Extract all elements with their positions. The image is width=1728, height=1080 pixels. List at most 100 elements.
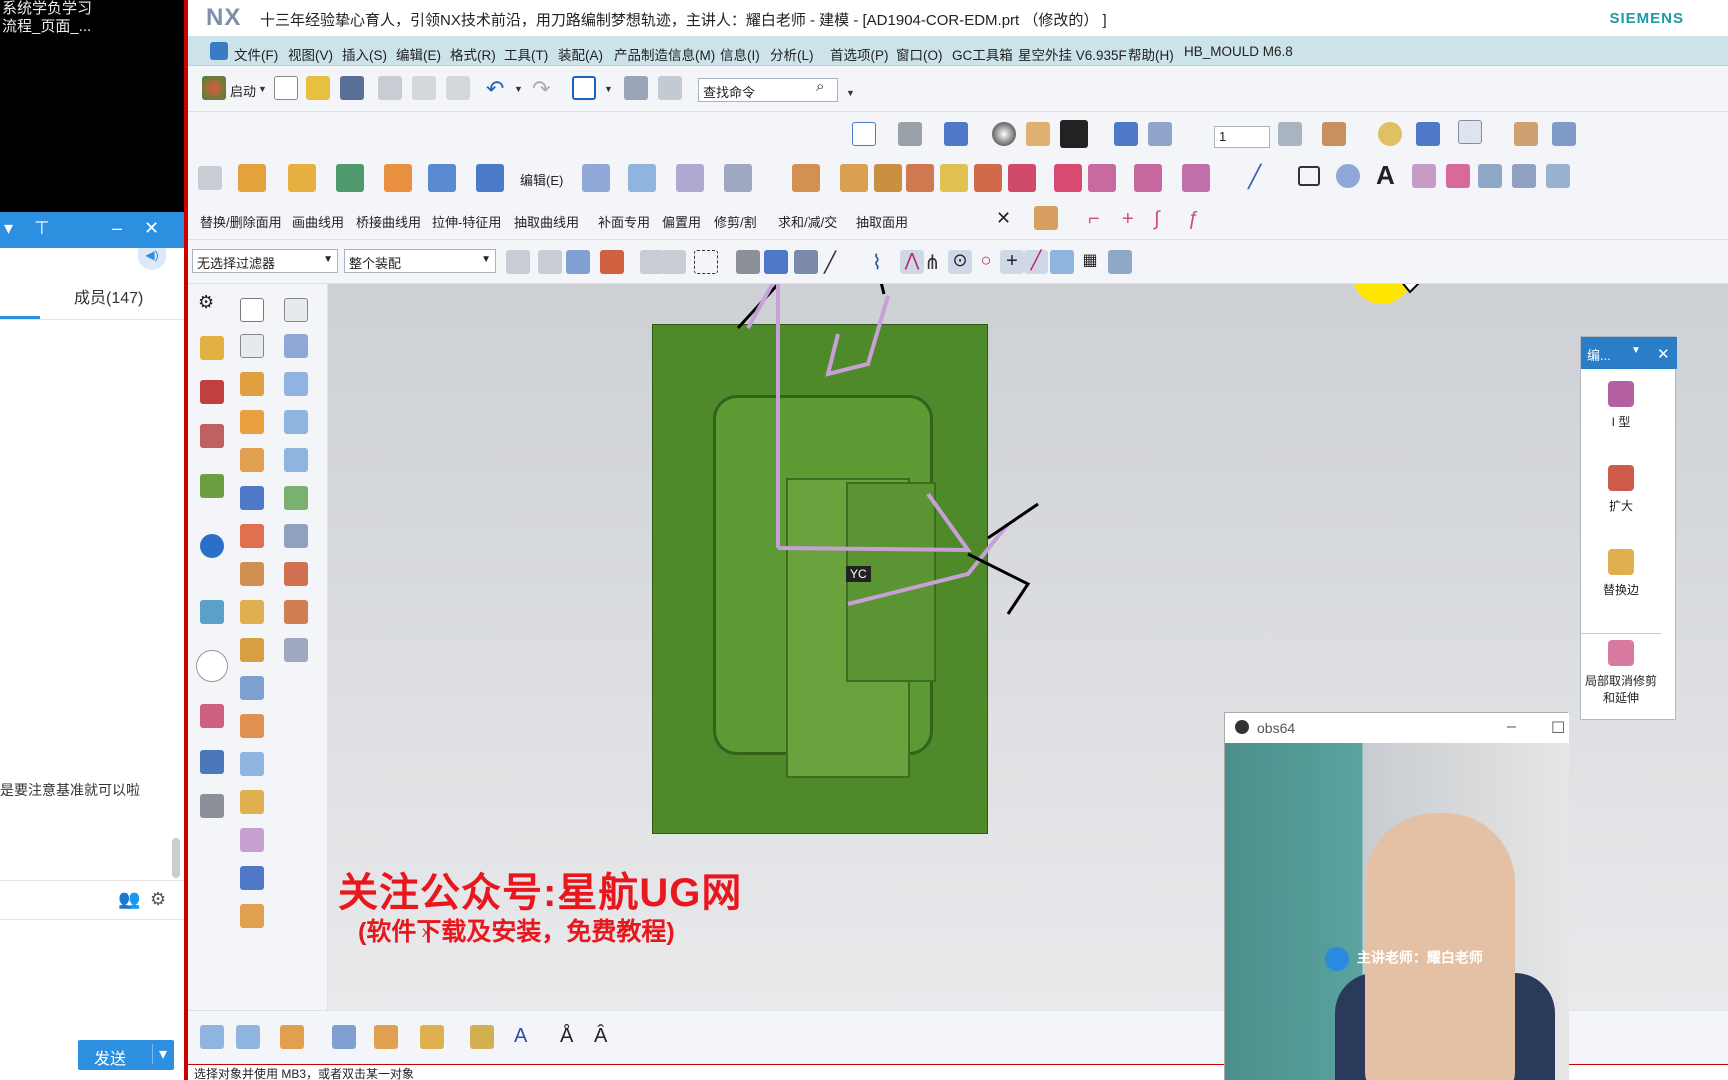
- arc-icon[interactable]: [1336, 164, 1360, 188]
- divide-curve-icon[interactable]: +: [1122, 208, 1146, 232]
- custom-tool-1-icon[interactable]: [1054, 164, 1082, 192]
- lighting-icon[interactable]: [992, 122, 1016, 146]
- sew-icon[interactable]: [1034, 206, 1058, 230]
- render-style-icon[interactable]: [898, 122, 922, 146]
- group-offset[interactable]: 偏置用: [662, 212, 701, 231]
- undo-dropdown[interactable]: ▼: [514, 84, 523, 94]
- cut-icon[interactable]: [378, 76, 402, 100]
- unite-icon[interactable]: [428, 164, 456, 192]
- magnifier-icon[interactable]: ⌕: [816, 78, 824, 95]
- select-solid-icon[interactable]: [736, 250, 760, 274]
- minimize-icon[interactable]: –: [1507, 718, 1516, 736]
- revolve-icon[interactable]: [240, 410, 264, 434]
- menu-preferences[interactable]: 首选项(P): [830, 44, 889, 64]
- wcs-icon[interactable]: [1322, 122, 1346, 146]
- custom-tool-4-icon[interactable]: [1182, 164, 1210, 192]
- selection-scope-select[interactable]: 整个装配 ▼: [344, 249, 496, 273]
- offset-curve-icon[interactable]: [1446, 164, 1470, 188]
- face-tool-icon[interactable]: [284, 298, 308, 322]
- grid-snap-icon[interactable]: ▦: [1078, 250, 1102, 274]
- block-icon[interactable]: [384, 164, 412, 192]
- visualization-icon[interactable]: [1378, 122, 1402, 146]
- extrude-icon[interactable]: [238, 164, 266, 192]
- constraint-navigator-icon[interactable]: [200, 380, 224, 404]
- select-all-icon[interactable]: [538, 250, 562, 274]
- group-patch-face[interactable]: 补面专用: [598, 212, 650, 231]
- select-feature-icon[interactable]: [566, 250, 590, 274]
- clock-icon[interactable]: [196, 650, 228, 682]
- chevron-down-icon[interactable]: ▾: [152, 1044, 167, 1064]
- text-style-icon[interactable]: A: [514, 1025, 538, 1049]
- sketch-tool-icon[interactable]: [240, 298, 264, 322]
- quadrant-icon[interactable]: ○: [974, 250, 998, 274]
- datum-icon[interactable]: [336, 164, 364, 192]
- custom-tool-2-icon[interactable]: [1088, 164, 1116, 192]
- menu-file[interactable]: 文件(F): [234, 44, 278, 64]
- law-extension-icon[interactable]: [284, 524, 308, 548]
- through-curves-icon[interactable]: [724, 164, 752, 192]
- line-icon[interactable]: ╱: [1248, 164, 1272, 189]
- menu-view[interactable]: 视图(V): [288, 44, 333, 64]
- group-replace-delete-face[interactable]: 替换/删除面用: [200, 212, 282, 231]
- start-label[interactable]: 启动: [230, 81, 256, 100]
- chevron-down-icon[interactable]: ▾: [4, 218, 13, 239]
- shell-icon[interactable]: [240, 486, 264, 510]
- symbol-icon[interactable]: [374, 1025, 398, 1049]
- reuse-library-icon[interactable]: [200, 474, 224, 498]
- window-icon[interactable]: [572, 76, 596, 100]
- text-size-icon[interactable]: Â: [594, 1025, 618, 1049]
- mesh-icon[interactable]: [676, 164, 704, 192]
- split-body-icon[interactable]: [240, 828, 264, 852]
- subtract-icon[interactable]: [240, 904, 264, 928]
- endpoint-icon[interactable]: ╱: [824, 250, 848, 274]
- notification-icon[interactable]: ◀): [138, 248, 166, 270]
- extract-curve-icon[interactable]: [1546, 164, 1570, 188]
- extrude-tool-icon[interactable]: [240, 372, 264, 396]
- annotation-icon[interactable]: [280, 1025, 304, 1049]
- existing-point-icon[interactable]: +: [1000, 250, 1024, 274]
- menu-info[interactable]: 信息(I): [720, 44, 760, 64]
- offset-face-icon[interactable]: [288, 164, 316, 192]
- app-menu-icon[interactable]: [210, 42, 228, 60]
- more-view-icon[interactable]: [1552, 122, 1576, 146]
- gear-icon[interactable]: ⚙: [198, 292, 222, 316]
- point-on-curve-icon[interactable]: ╱: [1024, 250, 1048, 274]
- snap-settings-icon[interactable]: [1108, 250, 1132, 274]
- ruled-icon[interactable]: [284, 448, 308, 472]
- search-dropdown[interactable]: ▼: [846, 88, 855, 98]
- curve-length-icon[interactable]: ∫: [1154, 208, 1178, 232]
- cube-icon[interactable]: [240, 866, 264, 890]
- start-dropdown[interactable]: ▼: [258, 84, 267, 94]
- pmi-icon[interactable]: [200, 1025, 224, 1049]
- text-icon[interactable]: A: [1376, 160, 1400, 190]
- surface-icon[interactable]: [628, 164, 656, 192]
- intersection-icon[interactable]: ⋔: [924, 250, 948, 274]
- draft-icon[interactable]: [240, 752, 264, 776]
- layout-icon[interactable]: [658, 76, 682, 100]
- pattern-icon[interactable]: [240, 638, 264, 662]
- group-boolean[interactable]: 求和/减/交: [778, 212, 837, 231]
- pattern-face-icon[interactable]: [1008, 164, 1036, 192]
- section-icon[interactable]: [470, 1025, 494, 1049]
- menu-format[interactable]: 格式(R): [450, 44, 496, 64]
- shaded-cube-icon[interactable]: [944, 122, 968, 146]
- menu-assembly[interactable]: 装配(A): [558, 44, 603, 64]
- system-scene-icon[interactable]: [200, 794, 224, 818]
- select-curve-icon[interactable]: [662, 250, 686, 274]
- background-icon[interactable]: [1026, 122, 1050, 146]
- menu-tools[interactable]: 工具(T): [504, 44, 548, 64]
- open-folder-icon[interactable]: [306, 76, 330, 100]
- filter-icon[interactable]: [506, 250, 530, 274]
- dimension-icon[interactable]: [236, 1025, 260, 1049]
- patch-face-icon[interactable]: [974, 164, 1002, 192]
- enlarge-icon[interactable]: [284, 600, 308, 624]
- i-type-button[interactable]: I 型: [1581, 381, 1661, 430]
- copy-icon[interactable]: [412, 76, 436, 100]
- user-icon[interactable]: 👥: [118, 889, 140, 910]
- n-sided-icon[interactable]: [284, 486, 308, 510]
- mesh-surface-icon[interactable]: [284, 334, 308, 358]
- group-extract-curve[interactable]: 抽取曲线用: [514, 212, 579, 231]
- trim-body-icon[interactable]: [240, 790, 264, 814]
- custom-tool-3-icon[interactable]: [1134, 164, 1162, 192]
- fillet-curve-icon[interactable]: ⌐: [1088, 208, 1112, 232]
